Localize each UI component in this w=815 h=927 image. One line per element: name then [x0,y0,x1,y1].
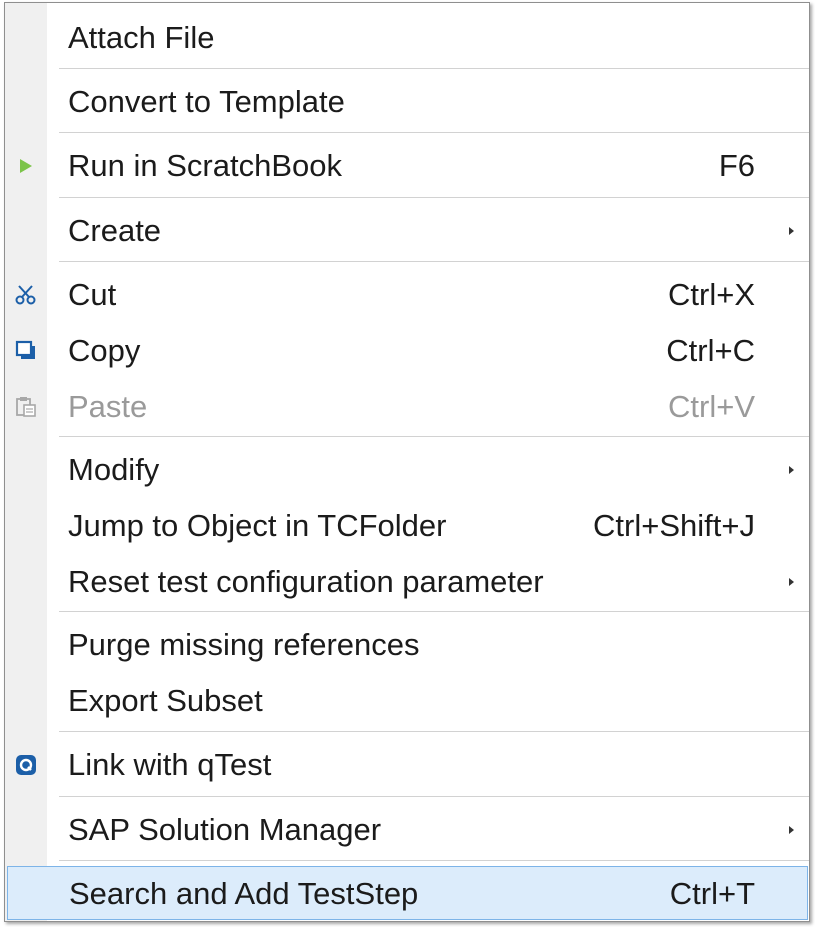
menu-item-search-and-add-teststep[interactable]: Search and Add TestStep Ctrl+T [7,866,808,920]
menu-item-label: Modify [68,452,160,487]
paste-icon [10,380,42,434]
menu-separator [59,197,809,198]
menu-item-label: Create [68,213,162,248]
submenu-arrow-icon [785,443,797,497]
menu-item-cut[interactable]: Cut Ctrl+X [5,268,809,322]
scissors-icon [10,268,42,322]
menu-item-label: Jump to Object in TCFolder [68,508,447,543]
menu-item-label: Paste [68,389,148,424]
menu-separator [59,731,809,732]
menu-item-label: Link with qTest [68,747,272,782]
menu-item-label: Purge missing references [68,627,420,662]
menu-item-run-in-scratchbook[interactable]: Run in ScratchBook F6 [5,139,809,193]
menu-item-sap-solution-manager[interactable]: SAP Solution Manager [5,803,809,857]
menu-item-copy[interactable]: Copy Ctrl+C [5,324,809,378]
submenu-arrow-icon [785,204,797,258]
copy-icon [10,324,42,378]
menu-item-label: SAP Solution Manager [68,812,382,847]
menu-separator [59,436,809,437]
menu-item-label: Attach File [68,20,215,55]
menu-separator [59,796,809,797]
submenu-arrow-icon [785,555,797,609]
menu-item-create[interactable]: Create [5,204,809,258]
menu-item-label: Convert to Template [68,84,345,119]
menu-item-shortcut: Ctrl+V [668,389,755,424]
submenu-arrow-icon [785,803,797,857]
menu-separator [59,68,809,69]
menu-item-export-subset[interactable]: Export Subset [5,674,809,728]
qtest-icon [10,738,42,792]
menu-item-label: Copy [68,333,141,368]
menu-item-label: Run in ScratchBook [68,148,342,183]
menu-item-link-with-qtest[interactable]: Link with qTest [5,738,809,792]
menu-item-paste: Paste Ctrl+V [5,380,809,434]
menu-item-modify[interactable]: Modify [5,443,809,497]
menu-item-attach-file[interactable]: Attach File [5,11,809,65]
menu-item-label: Reset test configuration parameter [68,564,544,599]
menu-separator [59,860,809,861]
menu-item-shortcut: F6 [718,148,755,183]
menu-item-reset-test-config-parameter[interactable]: Reset test configuration parameter [5,555,809,609]
menu-separator [59,132,809,133]
menu-item-label: Export Subset [68,683,263,718]
play-icon [10,139,42,193]
menu-item-jump-to-object[interactable]: Jump to Object in TCFolder Ctrl+Shift+J [5,499,809,553]
menu-item-purge-missing-references[interactable]: Purge missing references [5,618,809,672]
menu-item-shortcut: Ctrl+C [666,333,755,368]
menu-item-label: Cut [68,277,117,312]
menu-item-shortcut: Ctrl+Shift+J [593,508,755,543]
context-menu: Attach File Convert to Template Run in S… [4,2,810,922]
menu-item-shortcut: Ctrl+X [668,277,755,312]
menu-item-label: Search and Add TestStep [69,876,419,911]
menu-separator [59,261,809,262]
menu-item-convert-to-template[interactable]: Convert to Template [5,75,809,129]
menu-separator [59,611,809,612]
menu-item-shortcut: Ctrl+T [669,876,755,911]
